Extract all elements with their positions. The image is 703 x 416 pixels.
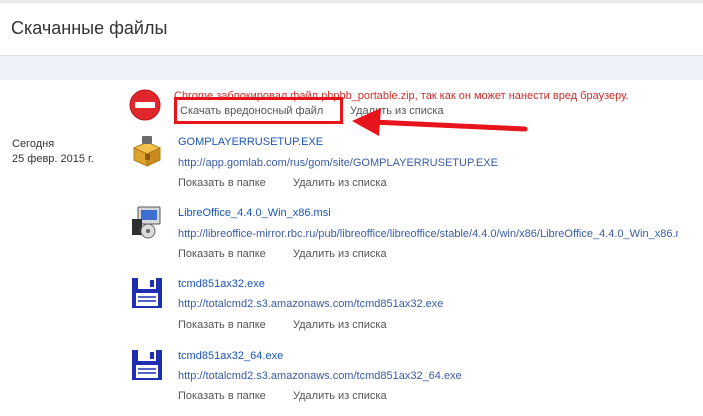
download-url[interactable]: http://totalcmd2.s3.amazonaws.com/tcmd85… — [178, 298, 698, 310]
remove-from-list-button[interactable]: Удалить из списка — [293, 248, 387, 260]
download-url[interactable]: http://libreoffice-mirror.rbc.ru/pub/lib… — [178, 228, 678, 240]
remove-from-list-button[interactable]: Удалить из списка — [293, 390, 387, 402]
remove-from-list-button[interactable]: Удалить из списка — [293, 319, 387, 331]
download-name[interactable]: tcmd851ax32.exe — [178, 278, 265, 290]
show-in-folder-button[interactable]: Показать в папке — [178, 248, 266, 260]
show-in-folder-button[interactable]: Показать в папке — [178, 177, 266, 189]
download-url[interactable]: http://totalcmd2.s3.amazonaws.com/tcmd85… — [178, 370, 698, 382]
show-in-folder-button[interactable]: Показать в папке — [178, 390, 266, 402]
download-name[interactable]: GOMPLAYERRUSETUP.EXE — [178, 136, 323, 148]
download-name[interactable]: LibreOffice_4.4.0_Win_x86.msi — [178, 207, 331, 219]
show-in-folder-button[interactable]: Показать в папке — [178, 319, 266, 331]
floppy-disk-icon — [130, 348, 164, 382]
installer-box-icon — [130, 134, 164, 168]
download-name[interactable]: tcmd851ax32_64.exe — [178, 350, 283, 362]
floppy-disk-icon — [130, 276, 164, 310]
download-url[interactable]: http://app.gomlab.com/rus/gom/site/GOMPL… — [178, 157, 698, 169]
remove-from-list-button[interactable]: Удалить из списка — [293, 177, 387, 189]
msi-package-icon — [130, 205, 164, 239]
annotation-arrow-icon — [352, 108, 528, 136]
